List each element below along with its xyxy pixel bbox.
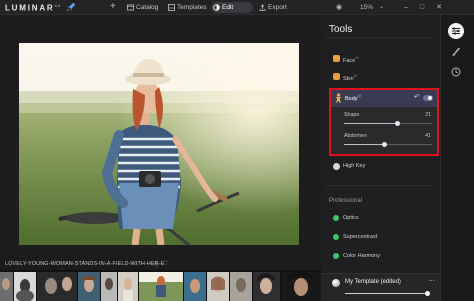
heart-icon[interactable]: ♡	[163, 260, 168, 267]
image-canvas[interactable]	[0, 15, 321, 257]
body-tool-expanded: BodyAI ↶ Shape 21 Abdomen 41	[329, 88, 439, 156]
filmstrip-header: LOVELY-YOUNG-WOMAN-STANDS-IN-A-FIELD-WIT…	[0, 257, 321, 270]
app-logo: LUMINAR4.3	[5, 3, 61, 13]
templates-icon	[168, 4, 175, 11]
optics-icon	[333, 215, 339, 221]
section-professional: Professional	[329, 198, 363, 204]
catalog-icon	[127, 4, 134, 11]
catalog-label: Catalog	[136, 4, 159, 11]
abdomen-slider[interactable]	[344, 142, 432, 147]
shape-label: Shape	[344, 112, 360, 118]
maximize-icon[interactable]: □	[420, 4, 436, 11]
export-button[interactable]: Export	[257, 2, 287, 13]
templates-button[interactable]: Templates	[166, 2, 207, 13]
top-toolbar: LUMINAR4.3 + Catalog Templates Edit Expo…	[0, 0, 474, 15]
shape-value: 21	[425, 112, 431, 118]
skin-icon	[333, 73, 340, 80]
color-harmony-icon	[333, 253, 339, 259]
template-name[interactable]: My Template (edited)	[345, 279, 401, 285]
tool-optics[interactable]: Optics	[333, 214, 359, 223]
info-icon[interactable]: ⓘ	[153, 260, 159, 269]
thumbnail[interactable]	[184, 272, 206, 301]
divider	[325, 185, 435, 186]
tool-skin[interactable]: SkinAI	[333, 72, 358, 82]
divider	[325, 37, 435, 38]
thumbnail[interactable]	[230, 272, 252, 301]
tool-supercontrast[interactable]: Supercontrast	[333, 233, 377, 242]
template-amount-slider[interactable]	[345, 291, 430, 296]
panel-title: Tools	[329, 24, 353, 35]
chevron-down-icon[interactable]: ⌄	[379, 2, 384, 13]
thumbnail[interactable]	[253, 272, 280, 301]
zoom-level[interactable]: 15%	[360, 2, 373, 13]
template-slider-fill	[345, 293, 427, 294]
face-icon	[333, 55, 340, 62]
filmstrip	[0, 270, 321, 301]
optics-label: Optics	[343, 215, 359, 221]
thumbnail[interactable]	[118, 272, 138, 301]
rocket-icon[interactable]	[66, 2, 76, 12]
high-key-icon	[333, 163, 340, 170]
tool-face[interactable]: FaceAI	[333, 54, 359, 64]
skin-label: Skin	[343, 75, 354, 82]
ai-superscript: AI	[355, 56, 359, 60]
high-key-label: High Key	[343, 163, 366, 169]
export-label: Export	[268, 4, 287, 11]
thumbnail[interactable]	[139, 272, 183, 301]
tool-high-key[interactable]: High Key	[333, 162, 365, 171]
supercontrast-label: Supercontrast	[343, 234, 378, 240]
shape-slider[interactable]	[344, 121, 432, 126]
thumbnail[interactable]	[78, 272, 100, 301]
supercontrast-icon	[333, 234, 339, 240]
abdomen-slider-knob[interactable]	[381, 142, 387, 147]
edit-label: Edit	[222, 4, 234, 11]
body-tool-header[interactable]: BodyAI ↶	[331, 90, 437, 107]
right-rail	[440, 15, 474, 301]
plus-icon[interactable]: +	[110, 1, 116, 12]
catalog-button[interactable]: Catalog	[125, 2, 158, 13]
shape-slider-fill	[344, 123, 398, 124]
eye-icon[interactable]: ◉	[336, 2, 342, 13]
abdomen-slider-fill	[344, 144, 384, 145]
edit-button[interactable]: Edit	[211, 2, 253, 13]
sliders-icon[interactable]	[448, 23, 464, 39]
body-label: BodyAI	[345, 94, 361, 102]
thumbnail[interactable]	[14, 272, 36, 301]
toggle-icon[interactable]	[423, 95, 433, 101]
thumbnail[interactable]	[101, 272, 117, 301]
thumbnail[interactable]	[207, 272, 229, 301]
export-icon	[259, 4, 266, 11]
thumbnail[interactable]	[37, 272, 77, 301]
abdomen-value: 41	[425, 133, 431, 139]
face-label: Face	[343, 57, 356, 64]
edit-icon	[213, 4, 220, 11]
ai-superscript: AI	[353, 74, 358, 78]
window-controls: –□✕	[404, 2, 454, 13]
color-harmony-label: Color Harmony	[343, 253, 380, 259]
template-slider-knob[interactable]	[425, 291, 430, 296]
person-icon	[335, 93, 342, 103]
main-photo	[19, 43, 299, 245]
shape-slider-knob[interactable]	[395, 121, 401, 126]
thumbnail[interactable]	[281, 272, 321, 301]
minimize-icon[interactable]: –	[404, 4, 420, 11]
templates-label: Templates	[177, 4, 207, 11]
tools-panel: Tools FaceAI SkinAI BodyAI ↶ Shape 21 Ab…	[321, 15, 440, 301]
more-icon[interactable]: ⋯	[428, 277, 435, 285]
thumbnail[interactable]	[0, 272, 13, 301]
template-bar: My Template (edited) ⋯	[321, 273, 440, 301]
file-name: LOVELY-YOUNG-WOMAN-STANDS-IN-A-FIELD-WIT…	[5, 261, 165, 267]
undo-icon[interactable]: ↶	[414, 93, 420, 101]
tool-color-harmony[interactable]: Color Harmony	[333, 252, 380, 261]
close-icon[interactable]: ✕	[436, 4, 454, 11]
brush-icon[interactable]	[448, 44, 464, 60]
abdomen-label: Abdomen	[344, 133, 367, 139]
template-icon	[332, 279, 340, 287]
history-icon[interactable]	[448, 64, 464, 80]
